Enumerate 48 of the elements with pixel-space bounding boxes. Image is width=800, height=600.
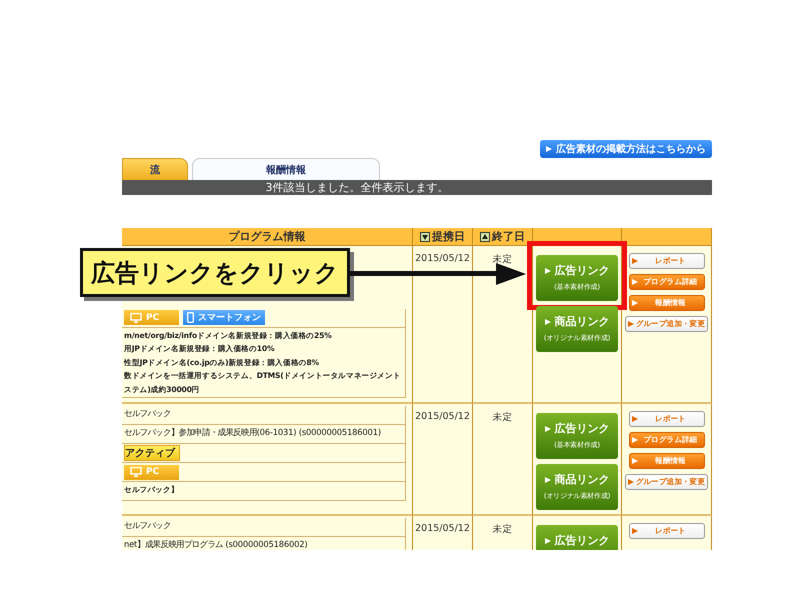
triangle-icon (632, 300, 638, 306)
column-label: 終了日 (492, 229, 525, 244)
program-text: net】成果反映用プログラム (s00000005186002) (124, 538, 308, 550)
link-title: 広告リンク (554, 421, 610, 436)
status-bar: 3件該当しました。全件表示します。 (122, 180, 712, 195)
link-title: 商品リンク (554, 314, 610, 329)
end-date: 未定 (492, 523, 512, 536)
triangle-icon (632, 279, 638, 285)
link-button[interactable]: 広告リンク (536, 525, 618, 550)
tag-label: PC (146, 312, 160, 322)
material-guide-link[interactable]: 広告素材の掲載方法はこちらから (540, 140, 712, 158)
end-date: 未定 (492, 253, 512, 266)
link-title: 広告リンク (554, 533, 610, 548)
triangle-icon (628, 321, 634, 327)
program-text: セルフバック (124, 519, 171, 532)
smartphone-icon (187, 312, 194, 323)
triangle-icon (544, 476, 550, 482)
program-text: セルフバック (124, 407, 171, 420)
column-label: 提携日 (432, 229, 465, 244)
start-date: 2015/05/12 (415, 411, 470, 422)
triangle-icon (544, 268, 550, 274)
end-date: 未定 (492, 411, 512, 424)
start-date: 2015/05/12 (415, 253, 470, 264)
monitor-icon (130, 467, 142, 477)
link-title: 商品リンク (554, 472, 610, 487)
sort-down-icon[interactable] (420, 232, 430, 242)
triangle-icon (544, 538, 550, 544)
triangle-icon (632, 458, 638, 464)
triangle-icon (632, 437, 638, 443)
triangle-icon (544, 426, 550, 432)
link-title: 広告リンク (554, 263, 610, 278)
triangle-icon (632, 416, 638, 422)
tab[interactable]: 報酬情報 (192, 158, 380, 180)
triangle-icon (544, 318, 550, 324)
triangle-icon (546, 146, 552, 152)
status-badge: アクティブ (124, 445, 180, 461)
program-text: セルフバック】参加申請・成果反映用(06-1031) (s00000005186001) (124, 426, 381, 439)
column-label: プログラム情報 (228, 229, 306, 244)
link-label: 広告素材の掲載方法はこちらから (556, 142, 706, 156)
triangle-icon (632, 258, 638, 264)
monitor-icon (130, 312, 142, 322)
sort-up-icon[interactable] (480, 232, 490, 242)
triangle-icon (632, 528, 638, 534)
triangle-icon (628, 479, 634, 485)
tag-label: PC (146, 467, 160, 477)
tag-label: スマートフォン (198, 312, 262, 324)
tab[interactable]: 流 (122, 158, 188, 180)
start-date: 2015/05/12 (415, 523, 470, 534)
